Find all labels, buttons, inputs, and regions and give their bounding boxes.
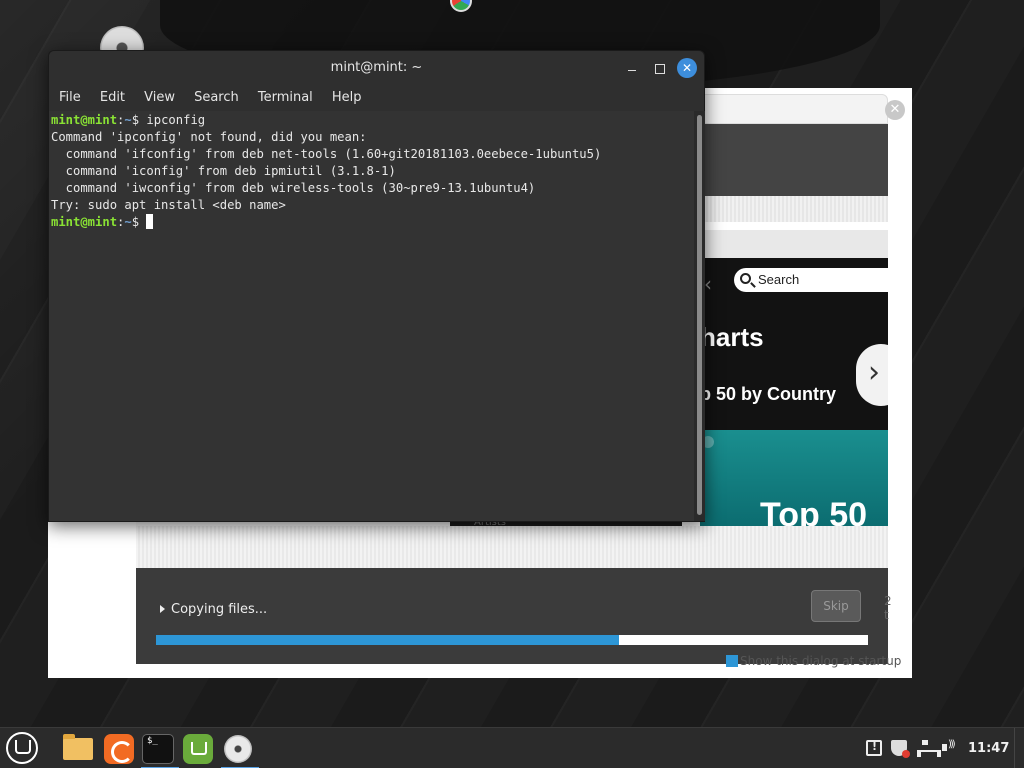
- search-placeholder: Search: [758, 272, 800, 287]
- scrollbar-thumb[interactable]: [697, 115, 702, 515]
- mint-logo-icon: [15, 740, 31, 754]
- terminal-app-icon: [142, 734, 174, 764]
- volume-icon[interactable]: [942, 739, 958, 756]
- playlist-card[interactable]: Top 50: [700, 430, 888, 526]
- prompt-user: mint@mint: [51, 215, 118, 229]
- output-line: command 'iwconfig' from deb wireless-too…: [51, 181, 536, 195]
- prompt-symbol: $: [131, 215, 147, 229]
- output-line: Command 'ipconfig' not found, did you me…: [51, 130, 367, 144]
- checkbox-icon[interactable]: [726, 655, 738, 667]
- progress-status[interactable]: Copying files...: [160, 602, 267, 617]
- search-icon: [740, 273, 751, 284]
- window-title: mint@mint: ~: [330, 60, 423, 75]
- menu-view[interactable]: View: [144, 85, 175, 111]
- menu-icon[interactable]: [6, 732, 38, 764]
- clock[interactable]: 11:47: [968, 741, 1009, 756]
- folder-icon: [63, 734, 93, 760]
- prompt-symbol: $: [131, 113, 147, 127]
- scrollbar[interactable]: [694, 111, 705, 521]
- taskbar: 11:47: [0, 727, 1024, 768]
- terminal-icon[interactable]: [141, 732, 179, 768]
- installer-lower-strip: [136, 526, 888, 568]
- disc-icon: [224, 735, 252, 763]
- startup-checkbox-label: Show this dialog at startup: [740, 654, 902, 668]
- notification-icon[interactable]: [866, 740, 882, 756]
- output-line: command 'ifconfig' from deb net-tools (1…: [51, 147, 602, 161]
- carousel-next-icon[interactable]: ›: [856, 344, 888, 406]
- files-icon[interactable]: [62, 732, 96, 766]
- search-input[interactable]: Search: [734, 268, 888, 292]
- menu-search[interactable]: Search: [194, 85, 239, 111]
- terminal-titlebar[interactable]: mint@mint: ~ ✕: [49, 51, 704, 85]
- expander-arrow-icon[interactable]: [160, 605, 165, 613]
- playlist-card-title: Top 50: [760, 496, 868, 526]
- prompt-path: ~: [124, 215, 132, 229]
- minimize-icon[interactable]: [623, 59, 641, 77]
- software-manager-icon: [183, 734, 213, 764]
- command-line: mint@mint:~$ ipconfig: [51, 112, 694, 129]
- text-cursor: [146, 214, 154, 229]
- output-line: command 'iconfig' from deb ipmiutil (3.1…: [51, 164, 396, 178]
- close-icon[interactable]: ✕: [677, 58, 697, 78]
- show-desktop-button[interactable]: [1014, 728, 1024, 768]
- menubar: File Edit View Search Terminal Help: [49, 85, 704, 111]
- network-icon[interactable]: [917, 740, 941, 757]
- prompt-path: ~: [124, 113, 132, 127]
- page-heading: harts: [700, 322, 764, 352]
- embedded-browser-bar: [700, 230, 888, 258]
- progress-bar-fill: [156, 635, 619, 645]
- browser-icon: [104, 734, 134, 764]
- mintinstall-icon[interactable]: [181, 732, 215, 766]
- skip-button[interactable]: Skip: [811, 590, 861, 622]
- startup-dialog-checkbox[interactable]: Show this dialog at startup: [726, 654, 901, 668]
- menu-edit[interactable]: Edit: [100, 85, 125, 111]
- menu-help[interactable]: Help: [332, 85, 362, 111]
- terminal-output[interactable]: mint@mint:~$ ipconfig Command 'ipconfig'…: [49, 111, 694, 521]
- entered-command: ipconfig: [146, 113, 206, 127]
- section-title: p 50 by Country: [700, 384, 837, 404]
- nav-back-icon[interactable]: ‹: [704, 272, 712, 296]
- embedded-browser-header: [700, 124, 888, 196]
- embedded-music-page: ‹ Search harts p 50 by Country Top 50 ›: [700, 258, 888, 526]
- firefox-icon[interactable]: [102, 732, 136, 766]
- terminal-window: mint@mint: ~ ✕ File Edit View Search Ter…: [48, 50, 705, 522]
- menu-file[interactable]: File: [59, 85, 81, 111]
- current-prompt-line[interactable]: mint@mint:~$: [51, 214, 694, 231]
- update-shield-icon[interactable]: [891, 740, 910, 758]
- install-progress-panel: Copying files... Skip: [136, 568, 888, 664]
- prompt-user: mint@mint: [51, 113, 118, 127]
- output-line: Try: sudo apt install <deb name>: [51, 198, 286, 212]
- embedded-browser-strip: [700, 196, 888, 222]
- installer-icon[interactable]: [221, 732, 259, 768]
- maximize-icon[interactable]: [650, 59, 668, 77]
- embedded-browser-topbar: [700, 94, 888, 124]
- installer-cropped-text: 2t: [884, 594, 892, 622]
- progress-bar: [156, 635, 868, 645]
- progress-status-text: Copying files...: [171, 602, 268, 617]
- menu-terminal[interactable]: Terminal: [258, 85, 313, 111]
- installer-close-icon[interactable]: ✕: [885, 100, 905, 120]
